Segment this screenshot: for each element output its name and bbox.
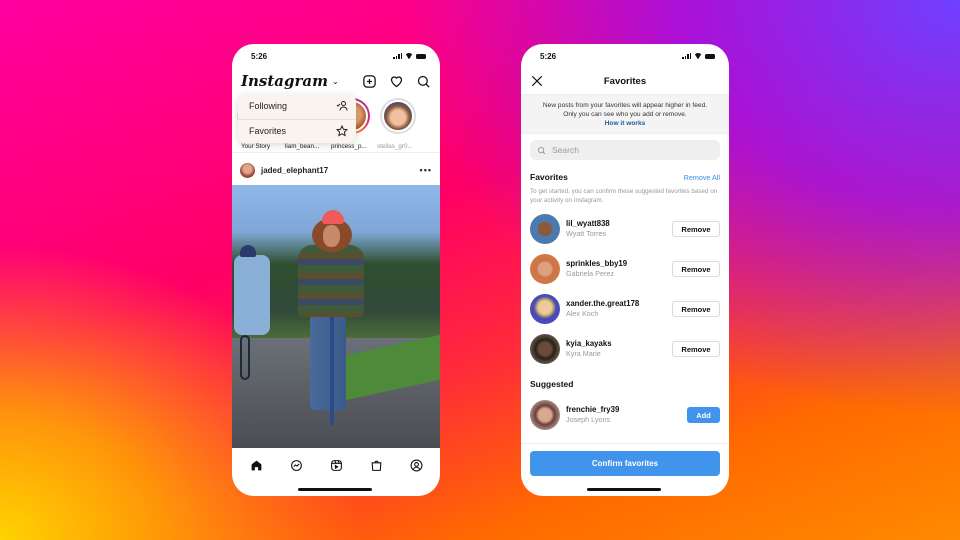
story-label: liam_bean... <box>285 143 320 150</box>
list-item: lil_wyatt838 Wyatt Torres Remove <box>521 209 729 249</box>
feed-switcher-dropdown: Following Favorites <box>238 94 356 143</box>
photo-cyclist <box>234 255 270 335</box>
favorites-notice: New posts from your favorites will appea… <box>521 94 729 134</box>
add-button[interactable]: Add <box>687 407 720 423</box>
dropdown-label: Favorites <box>249 126 287 137</box>
home-icon[interactable] <box>250 459 263 472</box>
messenger-icon[interactable] <box>290 459 303 472</box>
avatar[interactable] <box>530 294 560 324</box>
remove-all-button[interactable]: Remove All <box>684 173 720 182</box>
instagram-logo: Instagram <box>241 72 328 90</box>
more-options-icon[interactable]: ••• <box>420 165 432 175</box>
favorites-phone: 5:26 Favorites New posts from your favor… <box>521 44 729 496</box>
favorites-list: lil_wyatt838 Wyatt Torres Remove sprinkle… <box>521 209 729 369</box>
list-item: xander.the.great178 Alex Koch Remove <box>521 289 729 329</box>
remove-button[interactable]: Remove <box>672 261 720 277</box>
following-icon <box>336 101 348 111</box>
close-icon[interactable] <box>530 74 544 88</box>
username: sprinkles_bby19 <box>566 259 628 268</box>
confirm-favorites-button[interactable]: Confirm favorites <box>530 451 720 476</box>
suggested-section-header: Suggested <box>521 377 729 391</box>
list-item: frenchie_fry39 Joseph Lyons Add <box>521 395 729 435</box>
username: lil_wyatt838 <box>566 219 610 228</box>
home-indicator <box>587 488 661 491</box>
instagram-logo-switcher[interactable]: Instagram ⌄ <box>241 72 339 90</box>
status-bar: 5:26 <box>232 44 440 68</box>
status-bar: 5:26 <box>521 44 729 68</box>
avatar[interactable] <box>530 254 560 284</box>
dropdown-item-favorites[interactable]: Favorites <box>238 118 356 144</box>
heart-icon[interactable] <box>389 74 404 89</box>
shop-icon[interactable] <box>370 459 383 472</box>
bottom-nav <box>232 450 440 480</box>
divider <box>232 152 440 153</box>
signal-icon <box>393 53 402 59</box>
favorites-header: Favorites <box>521 68 729 94</box>
story-label: Your Story <box>241 143 271 150</box>
post-author-username[interactable]: jaded_elephant17 <box>261 166 328 175</box>
star-icon <box>336 125 348 137</box>
notice-line-2: Only you can see who you add or remove. <box>563 110 687 118</box>
story-stellas[interactable] <box>378 98 418 134</box>
chevron-down-icon: ⌄ <box>332 76 339 86</box>
battery-icon <box>705 53 715 59</box>
profile-icon[interactable] <box>410 459 423 472</box>
photo-helmet <box>322 210 344 224</box>
search-input[interactable]: Search <box>530 140 720 160</box>
dropdown-item-following[interactable]: Following <box>238 94 356 119</box>
photo-bike-wheel <box>240 335 250 380</box>
avatar[interactable] <box>530 400 560 430</box>
avatar[interactable] <box>530 334 560 364</box>
page-title: Favorites <box>603 75 647 87</box>
section-title: Favorites <box>530 172 568 182</box>
feed-phone: 5:26 Instagram ⌄ Your Story liam_bean...… <box>232 44 440 496</box>
full-name: Alex Koch <box>566 309 599 318</box>
section-title: Suggested <box>530 379 574 389</box>
favorites-section-header: Favorites Remove All <box>521 170 729 184</box>
search-icon[interactable] <box>416 74 431 89</box>
full-name: Kyra Marie <box>566 349 601 358</box>
full-name: Joseph Lyons <box>566 415 611 424</box>
dropdown-label: Following <box>249 101 288 112</box>
home-indicator <box>298 488 372 491</box>
search-icon <box>538 146 546 154</box>
status-time: 5:26 <box>251 51 268 61</box>
username: kyia_kayaks <box>566 339 612 348</box>
add-post-icon[interactable] <box>362 74 377 89</box>
divider <box>521 443 729 444</box>
list-item: sprinkles_bby19 Gabriela Perez Remove <box>521 249 729 289</box>
post-header: jaded_elephant17 ••• <box>232 158 440 182</box>
wifi-icon <box>694 53 702 59</box>
story-label: stellas_gr0... <box>377 143 413 150</box>
story-avatar <box>382 100 414 132</box>
post-author-avatar[interactable] <box>240 162 255 178</box>
feed-header: Instagram ⌄ <box>232 68 440 94</box>
photo-sweater <box>298 245 364 317</box>
how-it-works-link[interactable]: How it works <box>605 119 646 128</box>
photo-scooter <box>330 305 334 425</box>
wifi-icon <box>405 53 413 59</box>
photo-cyclist-helmet <box>240 245 256 257</box>
username: frenchie_fry39 <box>566 405 620 414</box>
full-name: Wyatt Torres <box>566 229 607 238</box>
notice-line-1: New posts from your favorites will appea… <box>542 101 708 109</box>
status-time: 5:26 <box>540 51 557 61</box>
story-label: princess_p... <box>331 143 367 150</box>
signal-icon <box>682 53 691 59</box>
remove-button[interactable]: Remove <box>672 301 720 317</box>
search-placeholder: Search <box>552 145 579 155</box>
photo-jeans <box>310 315 346 410</box>
remove-button[interactable]: Remove <box>672 341 720 357</box>
full-name: Gabriela Perez <box>566 269 614 278</box>
photo-face <box>323 225 340 247</box>
suggested-list: frenchie_fry39 Joseph Lyons Add <box>521 395 729 435</box>
reels-icon[interactable] <box>330 459 343 472</box>
avatar[interactable] <box>530 214 560 244</box>
favorites-hint: To get started, you can confirm these su… <box>530 188 718 204</box>
battery-icon <box>416 53 426 59</box>
remove-button[interactable]: Remove <box>672 221 720 237</box>
list-item: kyia_kayaks Kyra Marie Remove <box>521 329 729 369</box>
username: xander.the.great178 <box>566 299 640 308</box>
post-photo[interactable] <box>232 185 440 448</box>
